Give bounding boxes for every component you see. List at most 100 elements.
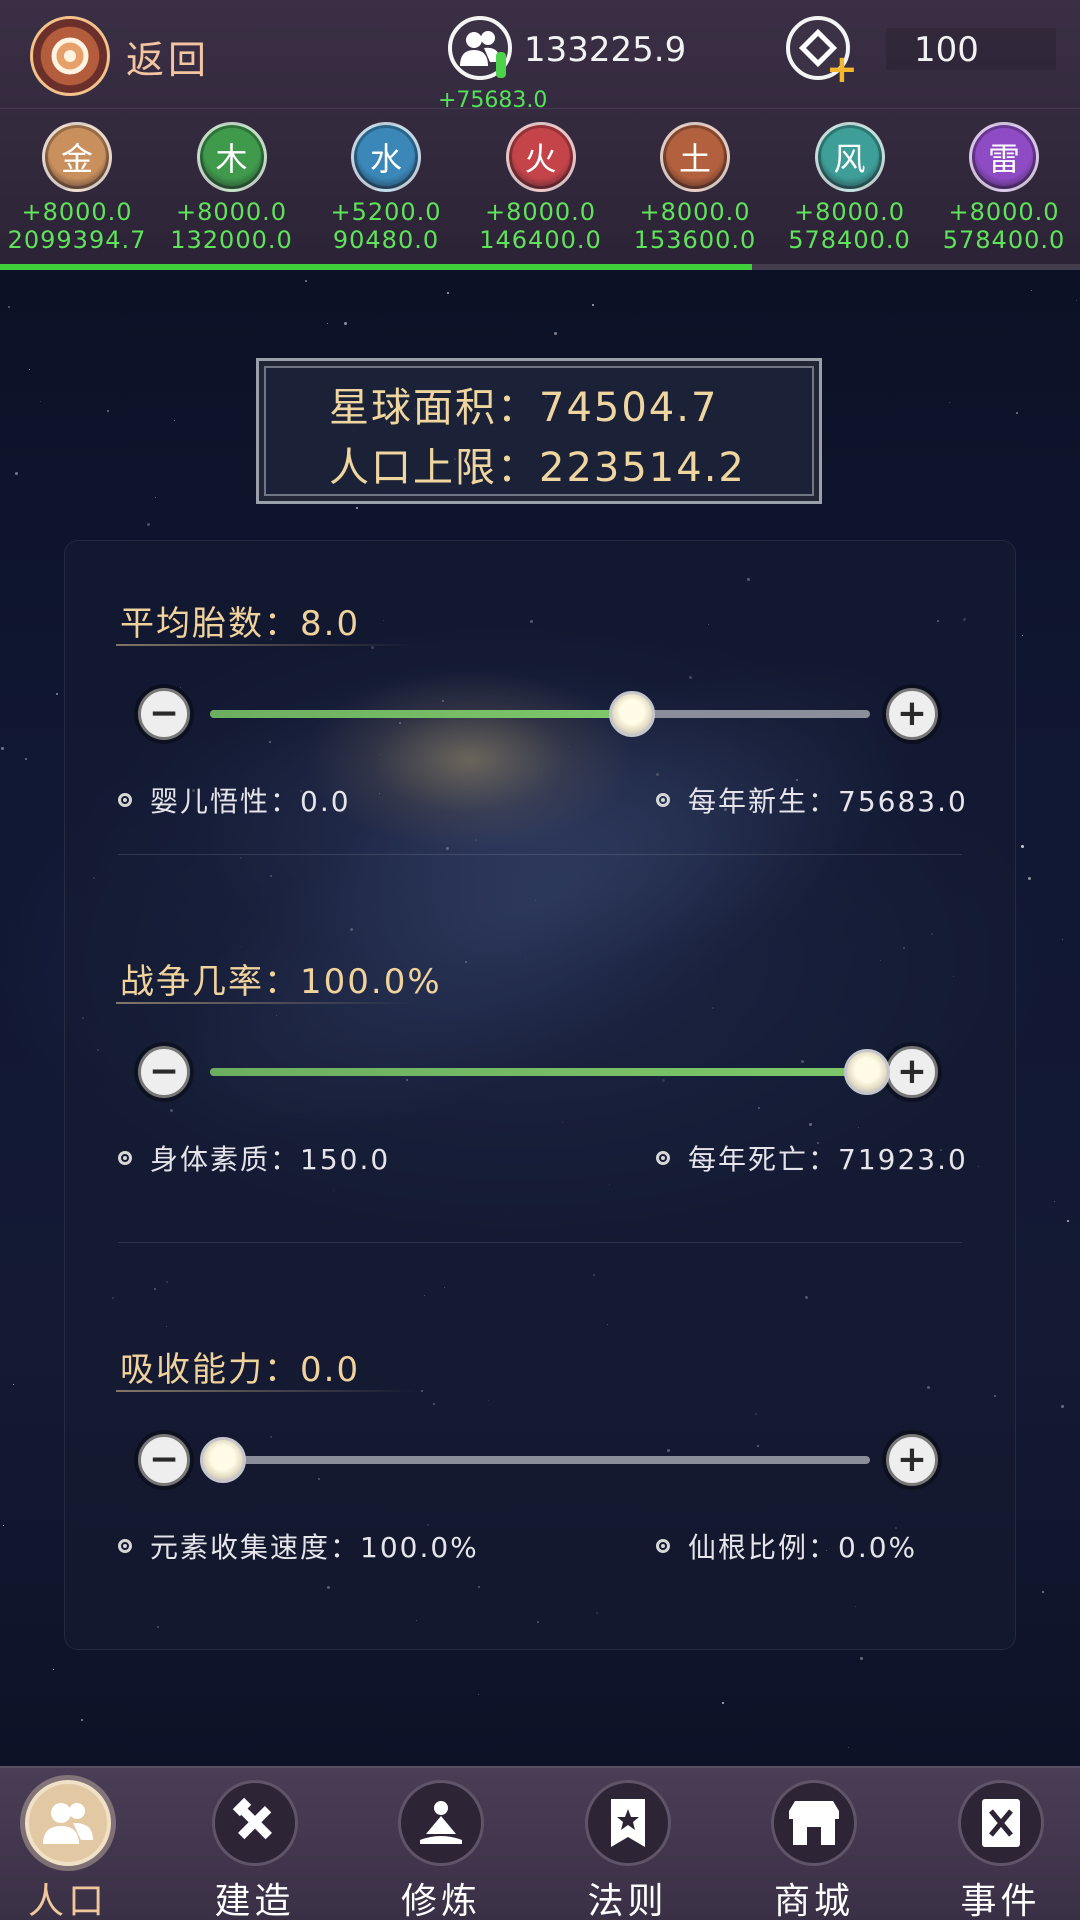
element-rate: +5200.0 — [330, 198, 442, 226]
star — [344, 322, 347, 325]
star — [3, 1525, 4, 1526]
star — [722, 1702, 724, 1704]
element-resource: 风 +8000.0 578400.0 — [770, 122, 930, 254]
star — [1028, 877, 1031, 880]
star — [147, 523, 150, 526]
decrease-button[interactable]: − — [138, 688, 190, 740]
slider-fill — [210, 1068, 870, 1076]
nav-item-5[interactable]: 事件 — [911, 1768, 1080, 1920]
star — [554, 332, 557, 335]
population-counter: 133225.9 +75683.0 — [438, 16, 718, 113]
increase-button[interactable]: + — [886, 688, 938, 740]
star — [15, 472, 18, 475]
bullet-icon — [656, 1539, 670, 1553]
stat-text: 身体素质：150.0 — [150, 1143, 391, 1176]
bullet-icon — [656, 793, 670, 807]
element-orb-icon: 风 — [814, 122, 885, 192]
star — [1022, 635, 1023, 636]
star — [107, 410, 109, 412]
add-currency-icon[interactable]: + — [826, 50, 858, 88]
title-underline — [116, 644, 416, 646]
element-orb-icon: 木 — [196, 122, 267, 192]
star — [81, 1719, 83, 1721]
slider-track[interactable] — [210, 710, 870, 718]
star — [1016, 412, 1018, 414]
slider-track[interactable] — [210, 1456, 870, 1464]
bullet-icon — [118, 1539, 132, 1553]
slider-stat: 身体素质：150.0 — [118, 1138, 390, 1178]
star — [56, 693, 58, 695]
element-resource: 水 +5200.0 90480.0 — [306, 122, 466, 254]
slider-stat: 婴儿悟性：0.0 — [118, 780, 351, 820]
slider-stat: 每年新生：75683.0 — [656, 780, 968, 820]
stat-text: 每年死亡：71923.0 — [688, 1143, 968, 1176]
slider-stat: 元素收集速度：100.0% — [118, 1526, 479, 1566]
element-total: 2099394.7 — [7, 226, 147, 254]
star — [1031, 290, 1032, 291]
decrease-button[interactable]: − — [138, 1046, 190, 1098]
slider-track[interactable] — [210, 1068, 870, 1076]
shop-icon — [771, 1780, 857, 1866]
stat-text: 元素收集速度：100.0% — [150, 1531, 479, 1564]
section-divider — [118, 1242, 962, 1243]
element-orb-icon: 土 — [660, 122, 730, 192]
element-total: 90480.0 — [332, 226, 440, 254]
nav-item-1[interactable]: 建造 — [165, 1768, 345, 1920]
title-underline — [116, 1002, 416, 1004]
star — [478, 1694, 479, 1695]
population-delta: +75683.0 — [438, 88, 548, 113]
star — [447, 292, 449, 294]
people-icon — [25, 1780, 111, 1866]
slider-title: 战争几率：100.0% — [120, 962, 442, 1002]
element-resource: 雷 +8000.0 578400.0 — [924, 122, 1080, 254]
stat-text: 婴儿悟性：0.0 — [150, 785, 351, 818]
star — [53, 1669, 54, 1670]
slider-stat: 每年死亡：71923.0 — [656, 1138, 968, 1178]
nav-item-3[interactable]: 法则 — [538, 1768, 718, 1920]
nav-item-4[interactable]: 商城 — [724, 1768, 904, 1920]
slider-handle[interactable] — [844, 1049, 890, 1095]
slider-title: 吸收能力：0.0 — [120, 1350, 361, 1390]
star — [25, 758, 27, 760]
bullet-icon — [118, 793, 132, 807]
element-resource: 木 +8000.0 132000.0 — [152, 122, 312, 254]
star — [1062, 939, 1063, 940]
meditation-icon — [398, 1780, 484, 1866]
currency-counter[interactable]: + 100 — [786, 16, 1056, 88]
increase-button[interactable]: + — [886, 1434, 938, 1486]
slider-handle[interactable] — [200, 1437, 246, 1483]
star — [29, 369, 30, 370]
increase-button[interactable]: + — [886, 1046, 938, 1098]
resource-header: 返回 133225.9 +75683.0 + 100 金 +8000.0 20993… — [0, 0, 1080, 270]
title-underline — [116, 1390, 416, 1392]
element-total: 153600.0 — [633, 226, 757, 254]
nav-label: 人口 — [27, 1881, 108, 1920]
star — [1, 747, 4, 750]
back-button[interactable]: 返回 — [30, 14, 230, 98]
star — [174, 420, 175, 421]
star — [40, 401, 41, 402]
nav-item-0[interactable]: 人口 — [0, 1768, 158, 1920]
nav-item-2[interactable]: 修炼 — [351, 1768, 531, 1920]
element-rate: +8000.0 — [948, 198, 1060, 226]
element-total: 146400.0 — [479, 226, 602, 254]
star — [1061, 1405, 1064, 1408]
section-divider — [118, 854, 962, 855]
population-value: 133225.9 — [524, 30, 687, 70]
banner-star-icon — [584, 1780, 671, 1866]
element-resource: 火 +8000.0 146400.0 — [461, 122, 621, 254]
slider-handle[interactable] — [608, 691, 655, 737]
star — [1054, 1201, 1055, 1202]
star — [860, 1657, 863, 1660]
star — [848, 1747, 849, 1748]
element-orb-icon: 火 — [505, 122, 576, 192]
nav-label: 法则 — [587, 1881, 668, 1920]
back-label: 返回 — [126, 37, 211, 82]
element-total: 132000.0 — [170, 226, 293, 254]
star — [1067, 1220, 1069, 1222]
decrease-button[interactable]: − — [138, 1434, 190, 1486]
star — [13, 1384, 14, 1385]
element-resource: 土 +8000.0 153600.0 — [615, 122, 775, 254]
nav-label: 建造 — [214, 1881, 295, 1920]
element-total: 578400.0 — [788, 226, 911, 254]
